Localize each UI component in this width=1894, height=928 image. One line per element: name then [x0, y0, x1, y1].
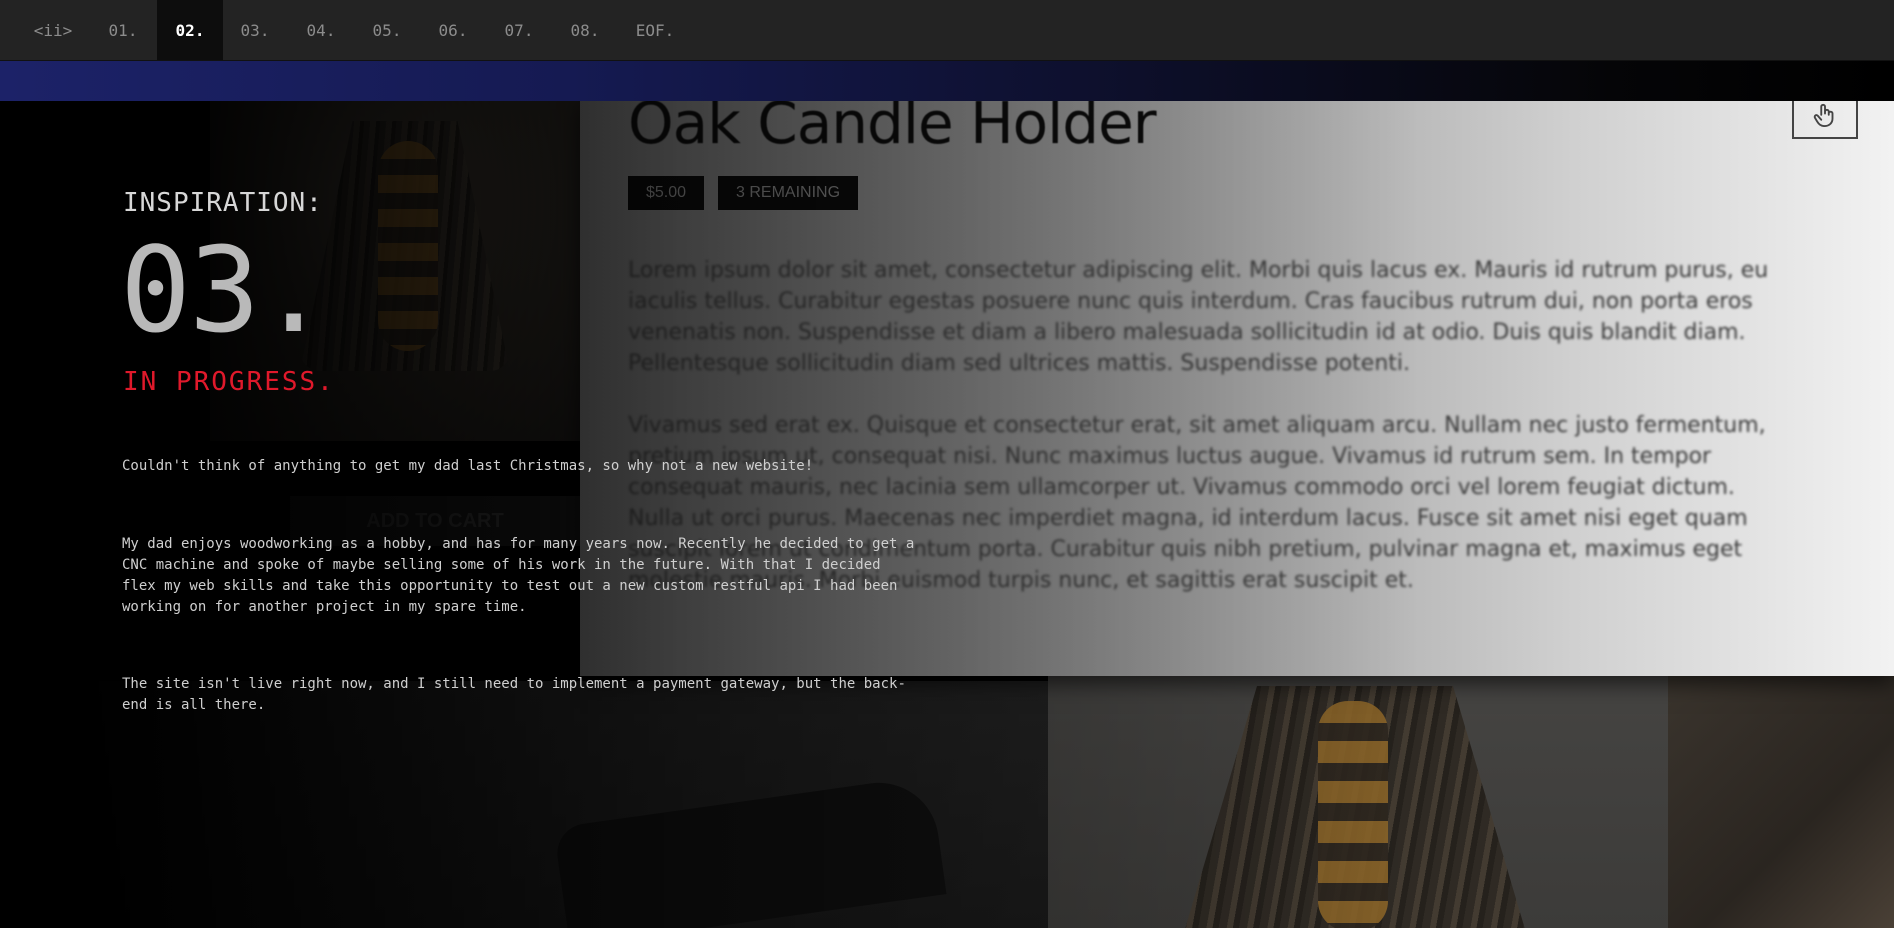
nav-item-07[interactable]: 07.	[486, 0, 552, 60]
price-badge: $5.00	[628, 176, 705, 210]
nav-item-08[interactable]: 08.	[552, 0, 618, 60]
project-paragraph-3: The site isn't live right now, and I sti…	[122, 676, 906, 713]
hand-pointer-icon	[1792, 101, 1858, 139]
wood-photo	[1668, 676, 1894, 928]
product-description-1: Lorem ipsum dolor sit amet, consectetur …	[628, 258, 1769, 376]
nav-item-02[interactable]: 02.	[157, 0, 223, 60]
nav-item-03[interactable]: 03.	[222, 0, 288, 60]
accent-bar	[0, 61, 1894, 101]
top-nav: <ii> 01. 02. 03. 04. 05. 06. 07. 08. EOF…	[0, 0, 1894, 61]
project-status: IN PROGRESS.	[123, 367, 335, 397]
project-number: 03.	[120, 221, 329, 359]
stock-badge: 3 REMAINING	[718, 176, 859, 210]
project-paragraph-2: My dad enjoys woodworking as a hobby, an…	[122, 536, 915, 615]
candle-cutouts-photo	[1318, 701, 1388, 928]
product-title: Oak Candle Holder	[628, 101, 1157, 157]
nav-item-04[interactable]: 04.	[288, 0, 354, 60]
nav-item-eof[interactable]: EOF.	[622, 0, 688, 60]
nav-item-intro[interactable]: <ii>	[20, 0, 86, 60]
nav-item-05[interactable]: 05.	[354, 0, 420, 60]
candle-cutouts-image	[378, 141, 438, 351]
project-paragraph-1: Couldn't think of anything to get my dad…	[122, 458, 814, 474]
nav-item-01[interactable]: 01.	[90, 0, 156, 60]
nav-item-06[interactable]: 06.	[420, 0, 486, 60]
project-label: INSPIRATION:	[123, 188, 323, 218]
